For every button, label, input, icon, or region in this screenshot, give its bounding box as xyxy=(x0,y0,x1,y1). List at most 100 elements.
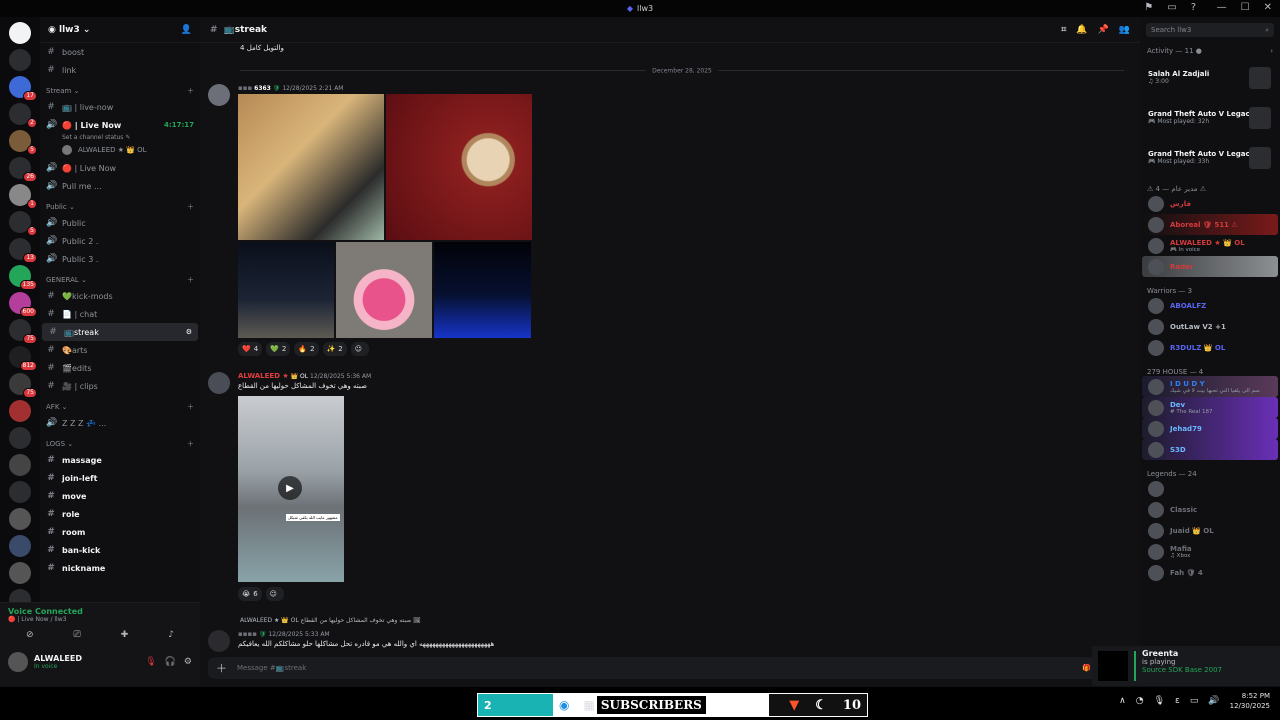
reaction[interactable]: ✨ 2 xyxy=(322,342,347,356)
add-member-icon[interactable]: 👤 xyxy=(181,25,192,35)
server-icon[interactable]: 13 xyxy=(9,238,37,263)
store-icon[interactable]: ▦ xyxy=(583,698,594,712)
server-icon[interactable] xyxy=(9,481,31,503)
mute-icon[interactable]: 🎙 xyxy=(145,657,156,667)
channel-item[interactable]: 🔊 Public xyxy=(40,214,200,232)
reaction[interactable]: ☺ xyxy=(350,342,370,356)
image-attachment[interactable] xyxy=(386,94,532,240)
volume-icon[interactable]: 🔊 xyxy=(1208,696,1219,706)
activity-card[interactable]: Salah Al Zadjali ♫ 3:00 xyxy=(1145,59,1275,95)
channel-item[interactable]: # link xyxy=(40,61,200,79)
pin-icon[interactable]: 📌 xyxy=(1098,25,1109,35)
channel-item[interactable]: # role xyxy=(40,505,200,523)
minimize-button[interactable]: — xyxy=(1217,2,1227,13)
deafen-icon[interactable]: 🎧 xyxy=(165,657,176,667)
soundboard-icon[interactable]: ♪ xyxy=(168,630,174,640)
reaction[interactable]: 💚 2 xyxy=(266,342,291,356)
inbox-icon[interactable]: ⚑ xyxy=(1144,2,1153,13)
member-item[interactable]: OutLaw V2 +1 xyxy=(1142,316,1278,337)
member-item[interactable]: R3DULZ 👑 OL xyxy=(1142,337,1278,358)
server-icon[interactable]: 135 xyxy=(9,265,37,290)
server-icon[interactable] xyxy=(9,49,31,71)
member-item[interactable]: Jehad79 xyxy=(1142,418,1278,439)
server-icon[interactable]: 75 xyxy=(9,319,37,344)
channel-item[interactable]: # massage xyxy=(40,451,200,469)
server-icon[interactable] xyxy=(9,562,31,584)
edge-icon[interactable]: ◉ xyxy=(559,698,569,712)
server-icon[interactable]: 75 xyxy=(9,373,37,398)
server-icon[interactable]: 812 xyxy=(9,346,37,371)
server-icon[interactable]: 2 xyxy=(9,103,37,128)
activity-card[interactable]: Grand Theft Auto V Legacy 🎮 Most played: … xyxy=(1145,139,1275,175)
channel-item[interactable]: # boost xyxy=(40,43,200,61)
member-item[interactable]: ALWALEED ★ 👑 OL 🎮 In voice xyxy=(1142,235,1278,256)
add-channel-icon[interactable]: ＋ xyxy=(187,86,194,96)
member-item[interactable]: Mafia ♫ Xbox xyxy=(1142,541,1278,562)
chevron-up-icon[interactable]: ∧ xyxy=(1119,696,1126,706)
server-icon[interactable] xyxy=(9,427,31,449)
avatar[interactable] xyxy=(208,630,230,652)
maximize-button[interactable]: ☐ xyxy=(1241,2,1250,13)
image-attachment[interactable] xyxy=(238,94,384,240)
channel-item[interactable]: 🔊 Public 2 . xyxy=(40,232,200,250)
channel-item[interactable]: # 🎥 | clips xyxy=(40,377,200,395)
add-attachment-icon[interactable]: ＋ xyxy=(216,660,227,676)
server-icon[interactable]: 1 xyxy=(9,184,37,209)
reply-preview[interactable]: ALWALEED ★ 👑 OL صبته وهي تخوف المشاكل حو… xyxy=(240,617,421,624)
video-attachment[interactable]: ▶ مشهور عايب الله يكفي شيكل xyxy=(238,396,344,582)
voice-connected-label[interactable]: Voice Connected xyxy=(8,607,192,616)
avatar[interactable] xyxy=(208,84,230,106)
member-item[interactable]: Rader xyxy=(1142,256,1278,277)
language-icon[interactable]: ε xyxy=(1175,696,1180,706)
threads-icon[interactable]: ⌗ xyxy=(1061,25,1066,35)
author-name[interactable]: ALWALEED ★ xyxy=(238,372,289,380)
server-icon[interactable] xyxy=(9,454,31,476)
member-item[interactable]: Juaid 👑 OL xyxy=(1142,520,1278,541)
member-item[interactable]: I D U D Y سم الى يلقيا التي تحبها بيت لا … xyxy=(1142,376,1278,397)
channel-item[interactable]: 🔊 Pull me ... xyxy=(40,177,200,195)
channel-settings-icon[interactable]: ⚙ xyxy=(186,328,192,336)
add-channel-icon[interactable]: ＋ xyxy=(187,439,194,449)
channel-category[interactable]: Public ⌄ ＋ xyxy=(40,199,200,214)
member-item[interactable]: Fah 🛡 4 xyxy=(1142,562,1278,583)
screen-icon[interactable]: ▭ xyxy=(1167,2,1176,13)
channel-item[interactable]: # 🎬edits xyxy=(40,359,200,377)
server-icon[interactable]: 600 xyxy=(9,292,37,317)
member-item[interactable] xyxy=(1142,478,1278,499)
activity-card[interactable]: Grand Theft Auto V Legacy 🎮 Most played: … xyxy=(1145,99,1275,135)
channel-category[interactable]: AFK ⌄ ＋ xyxy=(40,399,200,414)
avatar[interactable] xyxy=(8,652,28,672)
voice-user[interactable]: ALWALEED ★ 👑 OL xyxy=(40,141,200,159)
member-item[interactable]: Dev # The Real 187 xyxy=(1142,397,1278,418)
bell-icon[interactable]: 🔔 xyxy=(1076,25,1087,35)
member-item[interactable]: S3D xyxy=(1142,439,1278,460)
search-input[interactable]: Search llw3 ⌕ xyxy=(1146,23,1274,37)
add-channel-icon[interactable]: ＋ xyxy=(187,402,194,412)
close-button[interactable]: ✕ xyxy=(1264,2,1272,13)
channel-item[interactable]: 🔊 Z Z Z 💤 ... xyxy=(40,414,200,432)
channel-item[interactable]: # 📺 | live-now xyxy=(40,98,200,116)
member-item[interactable]: Classic xyxy=(1142,499,1278,520)
reaction[interactable]: ☺ xyxy=(265,587,284,601)
channel-item[interactable]: # move xyxy=(40,487,200,505)
add-channel-icon[interactable]: ＋ xyxy=(187,202,194,212)
members-icon[interactable]: 👥 xyxy=(1119,25,1130,35)
channel-item[interactable]: # ban-kick xyxy=(40,541,200,559)
camera-off-icon[interactable]: ⊘ xyxy=(26,630,34,640)
channel-category[interactable]: GENERAL ⌄ ＋ xyxy=(40,272,200,287)
channel-item[interactable]: # 🎨arts xyxy=(40,341,200,359)
add-channel-icon[interactable]: ＋ xyxy=(187,275,194,285)
channel-category[interactable]: Stream ⌄ ＋ xyxy=(40,83,200,98)
member-item[interactable]: Aboreal 🛡 511 ⚠ xyxy=(1142,214,1278,235)
member-item[interactable]: فارس xyxy=(1142,193,1278,214)
network-icon[interactable]: ◔ xyxy=(1136,696,1144,706)
image-attachment[interactable] xyxy=(336,242,432,338)
server-icon[interactable]: 5 xyxy=(9,130,37,155)
discord-icon[interactable]: ☾ xyxy=(815,698,827,713)
image-attachment[interactable] xyxy=(434,242,531,338)
server-icon[interactable] xyxy=(9,400,31,422)
mic-icon[interactable]: 🎙 xyxy=(1154,696,1165,706)
display-icon[interactable]: ▭ xyxy=(1190,696,1199,706)
channel-item[interactable]: # nickname xyxy=(40,559,200,577)
reaction[interactable]: ❤️ 4 xyxy=(238,342,263,356)
